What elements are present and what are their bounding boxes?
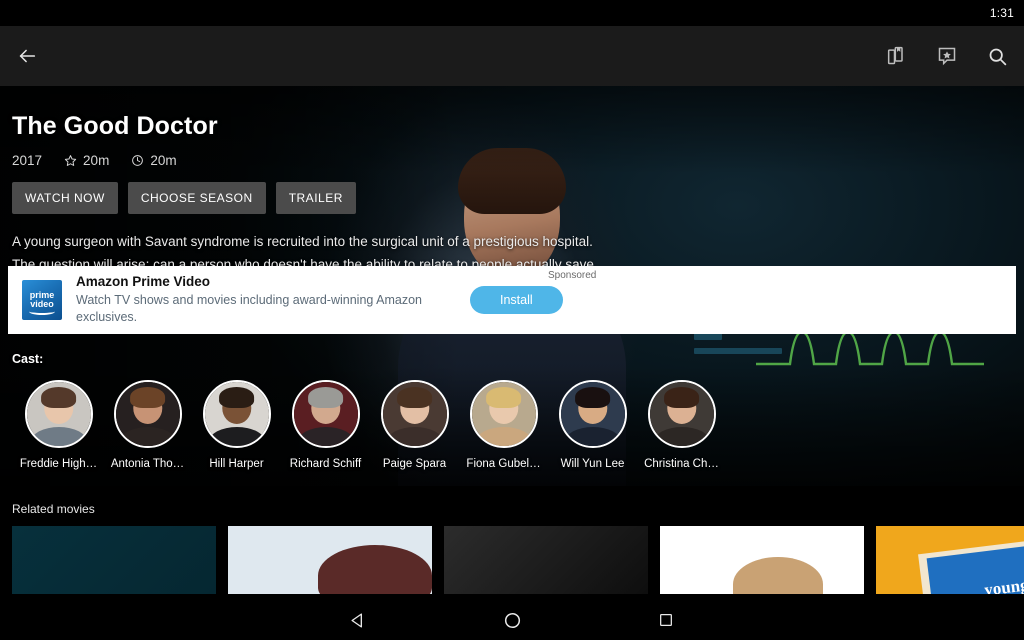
toolbar-right-group bbox=[884, 43, 1010, 69]
related-movies-list: young bbox=[0, 526, 1024, 594]
app-root: 1:31 The Good Doctor 2017 20m 20m WATCH … bbox=[0, 0, 1024, 640]
avatar-hair bbox=[129, 387, 166, 408]
nav-recents-button[interactable] bbox=[649, 603, 683, 637]
status-time: 1:31 bbox=[989, 6, 1014, 20]
cast-member-name: Fiona Gubel… bbox=[466, 458, 541, 470]
avatar-hair bbox=[574, 387, 611, 408]
ad-description: Watch TV shows and movies including awar… bbox=[76, 293, 423, 324]
release-year: 2017 bbox=[12, 153, 43, 168]
cast-member-name: Hill Harper bbox=[209, 458, 264, 470]
cast-member[interactable]: Hill Harper bbox=[192, 380, 281, 470]
related-card-2[interactable] bbox=[228, 526, 432, 594]
avatar-hair bbox=[485, 387, 522, 408]
cast-member-name: Antonia Tho… bbox=[110, 458, 185, 470]
back-arrow-icon[interactable] bbox=[14, 43, 40, 69]
cast-member-name: Christina Ch… bbox=[644, 458, 719, 470]
triangle-back-icon bbox=[350, 612, 362, 628]
rating-metadata: 20m bbox=[64, 153, 109, 168]
thumbnail-caption: young bbox=[926, 539, 1024, 594]
avatar bbox=[647, 380, 716, 448]
related-card-5[interactable]: young bbox=[876, 526, 1024, 594]
avatar-hair bbox=[40, 387, 77, 408]
chat-star-icon[interactable] bbox=[934, 43, 960, 69]
avatar bbox=[113, 380, 182, 448]
ad-text-block: Amazon Prime Video Watch TV shows and mo… bbox=[76, 274, 476, 326]
avatar bbox=[291, 380, 360, 448]
nav-home-button[interactable] bbox=[495, 603, 529, 637]
avatar-hair bbox=[307, 387, 344, 408]
avatar-hair bbox=[663, 387, 700, 408]
circle-home-icon bbox=[504, 612, 520, 628]
hero-section: The Good Doctor 2017 20m 20m WATCH NOW C… bbox=[0, 86, 1024, 486]
action-button-row: WATCH NOW CHOOSE SEASON TRAILER bbox=[12, 182, 1024, 214]
avatar-body bbox=[564, 426, 621, 446]
avatar-body bbox=[653, 426, 710, 446]
trailer-button[interactable]: TRAILER bbox=[275, 182, 356, 214]
avatar-body bbox=[297, 426, 354, 446]
cast-member-name: Paige Spara bbox=[382, 458, 447, 470]
cast-member-name: Will Yun Lee bbox=[560, 458, 625, 470]
metadata-row: 2017 20m 20m bbox=[12, 153, 1024, 168]
cast-member[interactable]: Christina Ch… bbox=[637, 380, 726, 470]
cast-member[interactable]: Fiona Gubel… bbox=[459, 380, 548, 470]
thumbnail-art bbox=[733, 557, 824, 594]
search-icon[interactable] bbox=[984, 43, 1010, 69]
status-bar: 1:31 bbox=[0, 0, 1024, 26]
cast-section: Cast: Freddie High… Antonia Tho… Hill Harp… bbox=[0, 352, 1024, 470]
duration-metadata: 20m bbox=[131, 153, 177, 168]
avatar-body bbox=[119, 426, 176, 446]
android-navigation-bar bbox=[0, 600, 1024, 640]
toolbar-left-group bbox=[14, 43, 40, 69]
install-button[interactable]: Install bbox=[470, 286, 563, 314]
cast-member[interactable]: Antonia Tho… bbox=[103, 380, 192, 470]
avatar bbox=[24, 380, 93, 448]
related-card-4[interactable] bbox=[660, 526, 864, 594]
cast-member-name: Richard Schiff bbox=[289, 458, 362, 470]
cast-member[interactable]: Richard Schiff bbox=[281, 380, 370, 470]
cast-member[interactable]: Will Yun Lee bbox=[548, 380, 637, 470]
library-icon[interactable] bbox=[884, 43, 910, 69]
avatar bbox=[469, 380, 538, 448]
related-card-1[interactable] bbox=[12, 526, 216, 594]
avatar bbox=[558, 380, 627, 448]
choose-season-button[interactable]: CHOOSE SEASON bbox=[127, 182, 266, 214]
related-movies-section: Related movies young bbox=[0, 486, 1024, 600]
cast-member[interactable]: Freddie High… bbox=[14, 380, 103, 470]
related-card-3[interactable] bbox=[444, 526, 648, 594]
avatar-hair bbox=[396, 387, 433, 408]
page-title: The Good Doctor bbox=[12, 112, 218, 140]
nav-back-button[interactable] bbox=[341, 603, 375, 637]
rating-value: 20m bbox=[83, 153, 110, 168]
cast-label: Cast: bbox=[12, 352, 44, 366]
avatar bbox=[380, 380, 449, 448]
square-recents-icon bbox=[660, 614, 672, 626]
ad-cta-wrapper: Install bbox=[470, 266, 563, 334]
watch-now-button[interactable]: WATCH NOW bbox=[12, 182, 118, 214]
avatar bbox=[202, 380, 271, 448]
avatar-body bbox=[475, 426, 532, 446]
star-icon bbox=[64, 155, 77, 166]
duration-value: 20m bbox=[150, 153, 177, 168]
amazon-smile-icon bbox=[29, 308, 55, 315]
sponsored-ad-banner[interactable]: prime video Amazon Prime Video Watch TV … bbox=[8, 266, 1016, 334]
related-movies-label: Related movies bbox=[12, 502, 95, 516]
app-toolbar bbox=[0, 26, 1024, 86]
prime-video-logo-icon: prime video bbox=[22, 280, 62, 320]
thumbnail-art bbox=[317, 545, 432, 594]
avatar-body bbox=[30, 426, 87, 446]
cast-member-name: Freddie High… bbox=[19, 458, 98, 470]
avatar-body bbox=[208, 426, 265, 446]
avatar-body bbox=[386, 426, 443, 446]
thumbnail-sign-frame: young bbox=[917, 533, 1024, 594]
avatar-hair bbox=[218, 387, 255, 408]
cast-list: Freddie High… Antonia Tho… Hill Harper Rich… bbox=[0, 380, 1024, 470]
clock-icon bbox=[132, 155, 144, 166]
ad-title: Amazon Prime Video bbox=[76, 274, 211, 289]
cast-member[interactable]: Paige Spara bbox=[370, 380, 459, 470]
